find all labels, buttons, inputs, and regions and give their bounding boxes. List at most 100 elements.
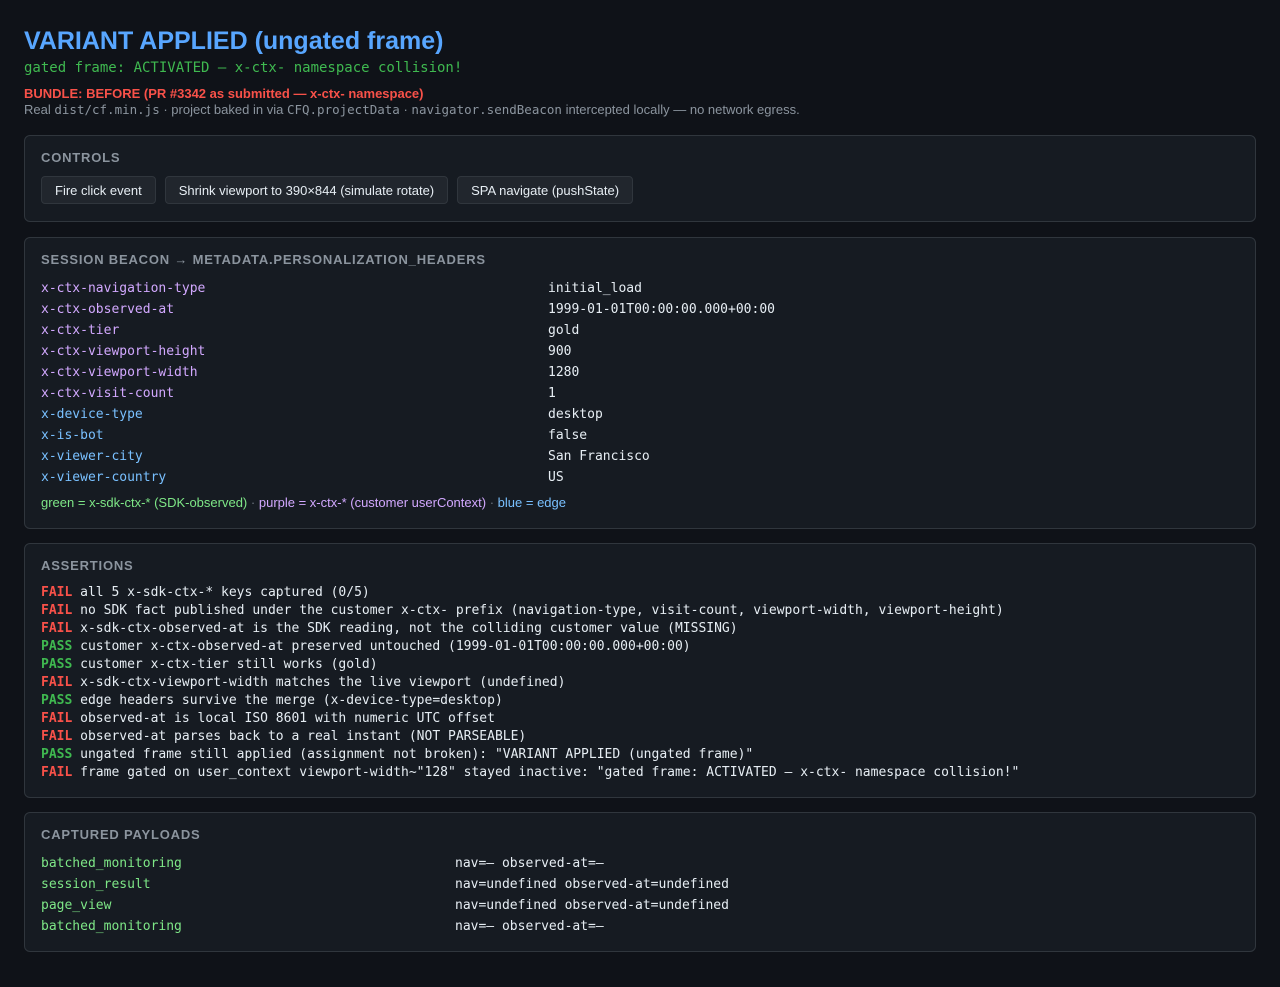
controls-buttons: Fire click event Shrink viewport to 390×8…: [41, 176, 1239, 204]
header-value: 1280: [548, 365, 580, 380]
payload-row: page_view nav=undefined observed-at=undef…: [41, 895, 1239, 916]
header-value: desktop: [548, 407, 603, 422]
assertion-row: FAIL x-sdk-ctx-viewport-width matches th…: [41, 674, 1239, 692]
header-key: x-viewer-city: [41, 449, 143, 464]
payload-event-name: page_view: [41, 898, 112, 913]
beacon-row: x-ctx-tier gold: [41, 320, 1239, 341]
beacon-row: x-ctx-viewport-width 1280: [41, 362, 1239, 383]
assertions-panel: ASSERTIONS FAIL all 5 x-sdk-ctx-* keys c…: [24, 543, 1256, 798]
payload-row: batched_monitoring nav=— observed-at=—: [41, 853, 1239, 874]
assertion-text: ungated frame still applied (assignment …: [80, 747, 754, 762]
assertion-text: edge headers survive the merge (x-device…: [80, 693, 503, 708]
beacon-row: x-ctx-viewport-height 900: [41, 341, 1239, 362]
header-value: false: [548, 428, 588, 443]
payload-event-name: session_result: [41, 877, 151, 892]
color-legend: green = x-sdk-ctx-* (SDK-observed) · pur…: [41, 495, 1239, 511]
legend-sep: ·: [250, 495, 256, 510]
header-value: 1: [548, 386, 556, 401]
header-key: x-ctx-observed-at: [41, 302, 175, 317]
header-key: x-ctx-navigation-type: [41, 281, 206, 296]
payload-event-name: batched_monitoring: [41, 856, 182, 871]
gated-frame-status: gated frame: ACTIVATED — x-ctx- namespac…: [24, 60, 463, 76]
legend-sep: ·: [489, 495, 495, 510]
project-data-code: CFQ.projectData: [286, 102, 400, 117]
assertion-status-badge: PASS: [41, 747, 73, 762]
header-key: x-ctx-viewport-width: [41, 365, 198, 380]
assertion-row: FAIL observed-at is local ISO 8601 with …: [41, 710, 1239, 728]
session-beacon-panel: SESSION BEACON → METADATA.PERSONALIZATIO…: [24, 237, 1256, 529]
assertion-status-badge: FAIL: [41, 621, 73, 636]
beacon-row: x-ctx-observed-at 1999-01-01T00:00:00.000…: [41, 299, 1239, 320]
bundle-label: BUNDLE: BEFORE (PR #3342 as submitted — …: [24, 86, 424, 101]
send-beacon-code: navigator.sendBeacon: [411, 102, 562, 117]
assertion-text: observed-at is local ISO 8601 with numer…: [80, 711, 495, 726]
assertion-row: PASS ungated frame still applied (assign…: [41, 746, 1239, 764]
beacon-row: x-viewer-country US: [41, 467, 1239, 488]
header-key: x-ctx-tier: [41, 323, 120, 338]
real-mid-1: · project baked in via: [163, 102, 284, 117]
controls-panel: CONTROLS Fire click event Shrink viewport…: [24, 135, 1256, 222]
beacon-rows: x-ctx-navigation-type initial_load x-ctx-o…: [41, 278, 1239, 488]
assertion-status-badge: PASS: [41, 657, 73, 672]
beacon-row: x-ctx-visit-count 1: [41, 383, 1239, 404]
beacon-row: x-ctx-navigation-type initial_load: [41, 278, 1239, 299]
assertions-title: ASSERTIONS: [41, 558, 134, 573]
assertion-text: frame gated on user_context viewport-wid…: [80, 765, 1020, 780]
controls-title: CONTROLS: [41, 150, 121, 165]
captured-payloads-panel: CAPTURED PAYLOADS batched_monitoring nav=…: [24, 812, 1256, 952]
session-beacon-title: SESSION BEACON → METADATA.PERSONALIZATIO…: [41, 252, 486, 267]
assertion-status-badge: PASS: [41, 639, 73, 654]
assertion-status-badge: FAIL: [41, 729, 73, 744]
header-value: US: [548, 470, 564, 485]
header-key: x-device-type: [41, 407, 143, 422]
assertion-status-badge: FAIL: [41, 603, 73, 618]
payload-summary: nav=undefined observed-at=undefined: [455, 877, 729, 892]
shrink-viewport-button[interactable]: Shrink viewport to 390×844 (simulate rot…: [164, 176, 449, 204]
assertion-text: no SDK fact published under the customer…: [80, 603, 1004, 618]
beacon-row: x-device-type desktop: [41, 404, 1239, 425]
assertion-status-badge: FAIL: [41, 711, 73, 726]
header-value: initial_load: [548, 281, 642, 296]
header-key: x-ctx-viewport-height: [41, 344, 206, 359]
assertion-row: PASS customer x-ctx-tier still works (go…: [41, 656, 1239, 674]
spa-navigate-button[interactable]: SPA navigate (pushState): [457, 176, 634, 204]
header-value: 1999-01-01T00:00:00.000+00:00: [548, 302, 775, 317]
real-prefix: Real: [24, 102, 51, 117]
legend-green: green = x-sdk-ctx-* (SDK-observed): [41, 495, 248, 510]
payload-summary: nav=— observed-at=—: [455, 919, 604, 934]
header-value: gold: [548, 323, 580, 338]
assertion-text: customer x-ctx-observed-at preserved unt…: [80, 639, 691, 654]
header-value: 900: [548, 344, 572, 359]
header-key: x-is-bot: [41, 428, 104, 443]
beacon-row: x-is-bot false: [41, 425, 1239, 446]
assertion-row: FAIL no SDK fact published under the cus…: [41, 602, 1239, 620]
assertion-status-badge: FAIL: [41, 765, 73, 780]
assertion-text: x-sdk-ctx-viewport-width matches the liv…: [80, 675, 566, 690]
assertion-row: PASS edge headers survive the merge (x-d…: [41, 692, 1239, 710]
assertion-row: PASS customer x-ctx-observed-at preserve…: [41, 638, 1239, 656]
header-key: x-ctx-visit-count: [41, 386, 175, 401]
assertion-row: FAIL observed-at parses back to a real i…: [41, 728, 1239, 746]
assertion-text: x-sdk-ctx-observed-at is the SDK reading…: [80, 621, 738, 636]
fire-click-button[interactable]: Fire click event: [41, 176, 156, 204]
header-key: x-viewer-country: [41, 470, 167, 485]
payload-rows: batched_monitoring nav=— observed-at=— ses…: [41, 853, 1239, 937]
bundle-description: Real dist/cf.min.js · project baked in v…: [24, 102, 1256, 118]
assertion-status-badge: PASS: [41, 693, 73, 708]
header-value: San Francisco: [548, 449, 650, 464]
assertion-row: FAIL frame gated on user_context viewpor…: [41, 764, 1239, 782]
legend-blue: blue = edge: [497, 495, 566, 510]
assertion-text: all 5 x-sdk-ctx-* keys captured (0/5): [80, 585, 370, 600]
assertion-row: FAIL x-sdk-ctx-observed-at is the SDK re…: [41, 620, 1239, 638]
payload-summary: nav=undefined observed-at=undefined: [455, 898, 729, 913]
assertion-status-badge: FAIL: [41, 675, 73, 690]
payload-row: session_result nav=undefined observed-at=…: [41, 874, 1239, 895]
bundle-file: dist/cf.min.js: [54, 102, 160, 117]
assertion-rows: FAIL all 5 x-sdk-ctx-* keys captured (0/…: [41, 584, 1239, 782]
real-suffix: intercepted locally — no network egress.: [565, 102, 800, 117]
assertion-text: customer x-ctx-tier still works (gold): [80, 657, 378, 672]
page-title: VARIANT APPLIED (ungated frame): [24, 27, 444, 55]
assertion-status-badge: FAIL: [41, 585, 73, 600]
real-mid-2: ·: [403, 102, 408, 117]
payload-summary: nav=— observed-at=—: [455, 856, 604, 871]
